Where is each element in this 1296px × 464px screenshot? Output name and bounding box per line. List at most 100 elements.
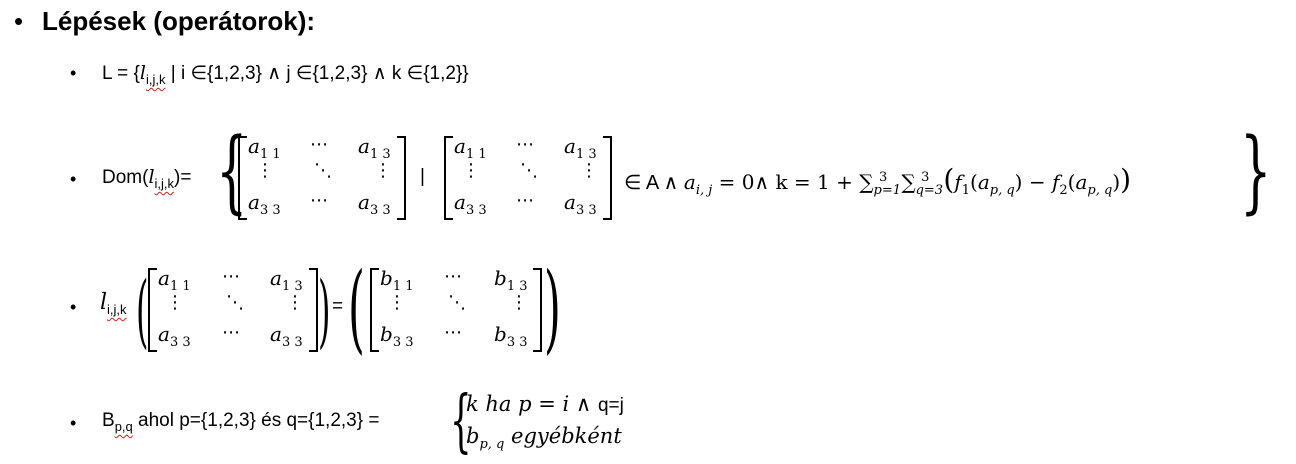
operator-index: i,j,k <box>107 302 127 317</box>
domain-label: Dom(li,j,k)= <box>102 166 191 191</box>
matrix-a-copy: a1 1 ⋯ a1 3 ⋮ ⋱ ⋮ a3 3 ⋯ a3 3 <box>444 134 612 220</box>
matrix-cell-bottom-right: a3 3 <box>358 190 391 218</box>
a-index: p, q <box>989 183 1015 198</box>
matrix-cell-bottom-right: a3 3 <box>270 322 303 350</box>
matrix-cell-top-left: a1 1 <box>248 134 281 162</box>
operator-symbol: l <box>100 290 108 315</box>
matrix-cell-top-right: a1 3 <box>270 266 303 294</box>
ddots-symbol: ⋱ <box>314 160 332 181</box>
matrix-right-bracket <box>533 268 542 352</box>
a-symbol: a <box>1075 170 1088 194</box>
dom-suffix: )= <box>174 167 192 188</box>
matrix-cell-bottom-right: b3 3 <box>494 322 528 350</box>
dom-prefix: Dom( <box>102 167 149 188</box>
set-prefix: L = { <box>102 63 140 84</box>
matrix-right-bracket <box>397 136 406 220</box>
a-symbol: a <box>683 170 696 194</box>
matrix-cell-top-left: a1 1 <box>454 134 487 162</box>
vdots-symbol: ⋮ <box>286 292 304 313</box>
set-conditions: | i ∈{1,2,3} ∧ j ∈{1,2,3} ∧ k ∈{1,2}} <box>165 63 469 84</box>
operator-application: li,j,k <box>100 290 127 317</box>
matrix-left-bracket <box>148 268 157 352</box>
right-paren: ) <box>544 252 561 364</box>
section-heading: Lépések (operátorok): <box>42 6 316 36</box>
matrix-b-output: b1 1 ⋯ b1 3 ⋮ ⋱ ⋮ b3 3 ⋯ b3 3 <box>370 266 542 352</box>
hdots-symbol: ⋯ <box>310 190 328 211</box>
hdots-symbol: ⋯ <box>222 322 240 343</box>
matrix-cell-bottom-left: a3 3 <box>158 322 191 350</box>
bullet-marker: • <box>70 63 77 83</box>
case-2-text: egyébként <box>504 424 622 448</box>
b-symbol: B <box>102 410 115 431</box>
case-2: bp, q egyébként <box>466 424 622 452</box>
hdots-symbol: ⋯ <box>444 266 462 287</box>
right-brace: } <box>1240 119 1272 224</box>
sum-upper: 3 <box>921 170 930 186</box>
bullet-marker: • <box>70 169 77 189</box>
f2-index: 2 <box>1059 183 1068 198</box>
equals-sign: = <box>332 296 344 317</box>
matrix-cell-bottom-right: a3 3 <box>564 190 597 218</box>
operator-index: i,j,k <box>154 175 175 191</box>
hdots-symbol: ⋯ <box>222 266 240 287</box>
equation-part: = 0∧ k = 1 + ∑ <box>712 170 874 194</box>
domain-condition: ∈ A ∧ ai, j = 0∧ k = 1 + ∑p=13 ∑q=33 (f1(a… <box>624 163 1132 198</box>
hdots-symbol: ⋯ <box>310 134 328 155</box>
matrix-right-bracket <box>603 136 612 220</box>
matrix-left-bracket <box>238 136 247 220</box>
a-index: p, q <box>1087 183 1113 198</box>
sum-upper: 3 <box>879 170 888 186</box>
condition-prefix: ∈ A ∧ <box>624 172 684 194</box>
matrix-cell-bottom-left: b3 3 <box>380 322 414 350</box>
vdots-symbol: ⋮ <box>256 160 274 181</box>
vdots-symbol: ⋮ <box>374 160 392 181</box>
case-1-expression: k ha p = i ∧ <box>466 392 598 416</box>
matrix-cell-bottom-left: a3 3 <box>454 190 487 218</box>
f1-index: 1 <box>961 183 970 198</box>
b-symbol: b <box>466 424 480 448</box>
sum-lower: p=1 <box>873 183 902 198</box>
minus-sign: − <box>1022 170 1052 194</box>
left-paren: ( <box>348 252 365 364</box>
hdots-symbol: ⋯ <box>444 322 462 343</box>
ddots-symbol: ⋱ <box>520 160 538 181</box>
bullet-marker: • <box>14 6 24 36</box>
matrix-left-bracket <box>370 268 379 352</box>
vdots-symbol: ⋮ <box>388 292 406 313</box>
matrix-left-bracket <box>444 136 453 220</box>
left-paren: ( <box>136 264 149 357</box>
operator-index: i,j,k <box>145 71 166 87</box>
operator-set-definition: L = {li,j,k | i ∈{1,2,3} ∧ j ∈{1,2,3} ∧ … <box>102 62 469 87</box>
matrix-a-input: a1 1 ⋯ a1 3 ⋮ ⋱ ⋮ a3 3 ⋯ a3 3 <box>148 266 318 352</box>
matrix-cell-bottom-left: a3 3 <box>248 190 281 218</box>
b-definition: Bp,q ahol p={1,2,3} és q={1,2,3} = <box>102 410 379 434</box>
case-1: k ha p = i ∧ q=j <box>466 392 624 417</box>
bullet-marker: • <box>70 413 77 433</box>
a-index: i, j <box>695 183 713 198</box>
such-that-bar: | <box>420 166 425 187</box>
matrix-right-bracket <box>309 268 318 352</box>
matrix-cell-top-left: b1 1 <box>380 266 414 294</box>
vdots-symbol: ⋮ <box>462 160 480 181</box>
sum-symbol: ∑ <box>901 170 916 194</box>
hdots-symbol: ⋯ <box>516 190 534 211</box>
vdots-symbol: ⋮ <box>166 292 184 313</box>
matrix-cell-top-right: a1 3 <box>358 134 391 162</box>
b-index: p,q <box>114 418 133 434</box>
bullet-marker: • <box>70 297 77 317</box>
ddots-symbol: ⋱ <box>226 292 244 313</box>
f1-symbol: f <box>954 170 962 194</box>
matrix-cell-top-right: a1 3 <box>564 134 597 162</box>
a-symbol: a <box>977 170 990 194</box>
matrix-a: a1 1 ⋯ a1 3 ⋮ ⋱ ⋮ a3 3 ⋯ a3 3 <box>238 134 406 220</box>
ddots-symbol: ⋱ <box>448 292 466 313</box>
hdots-symbol: ⋯ <box>516 134 534 155</box>
b-index: p, q <box>479 437 505 453</box>
sum-lower: q=3 <box>915 183 944 198</box>
vdots-symbol: ⋮ <box>580 160 598 181</box>
matrix-cell-top-right: b1 3 <box>494 266 528 294</box>
matrix-cell-top-left: a1 1 <box>158 266 191 294</box>
vdots-symbol: ⋮ <box>510 292 528 313</box>
right-paren: ) <box>318 264 331 357</box>
b-definition-text: ahol p={1,2,3} és q={1,2,3} = <box>132 410 380 431</box>
